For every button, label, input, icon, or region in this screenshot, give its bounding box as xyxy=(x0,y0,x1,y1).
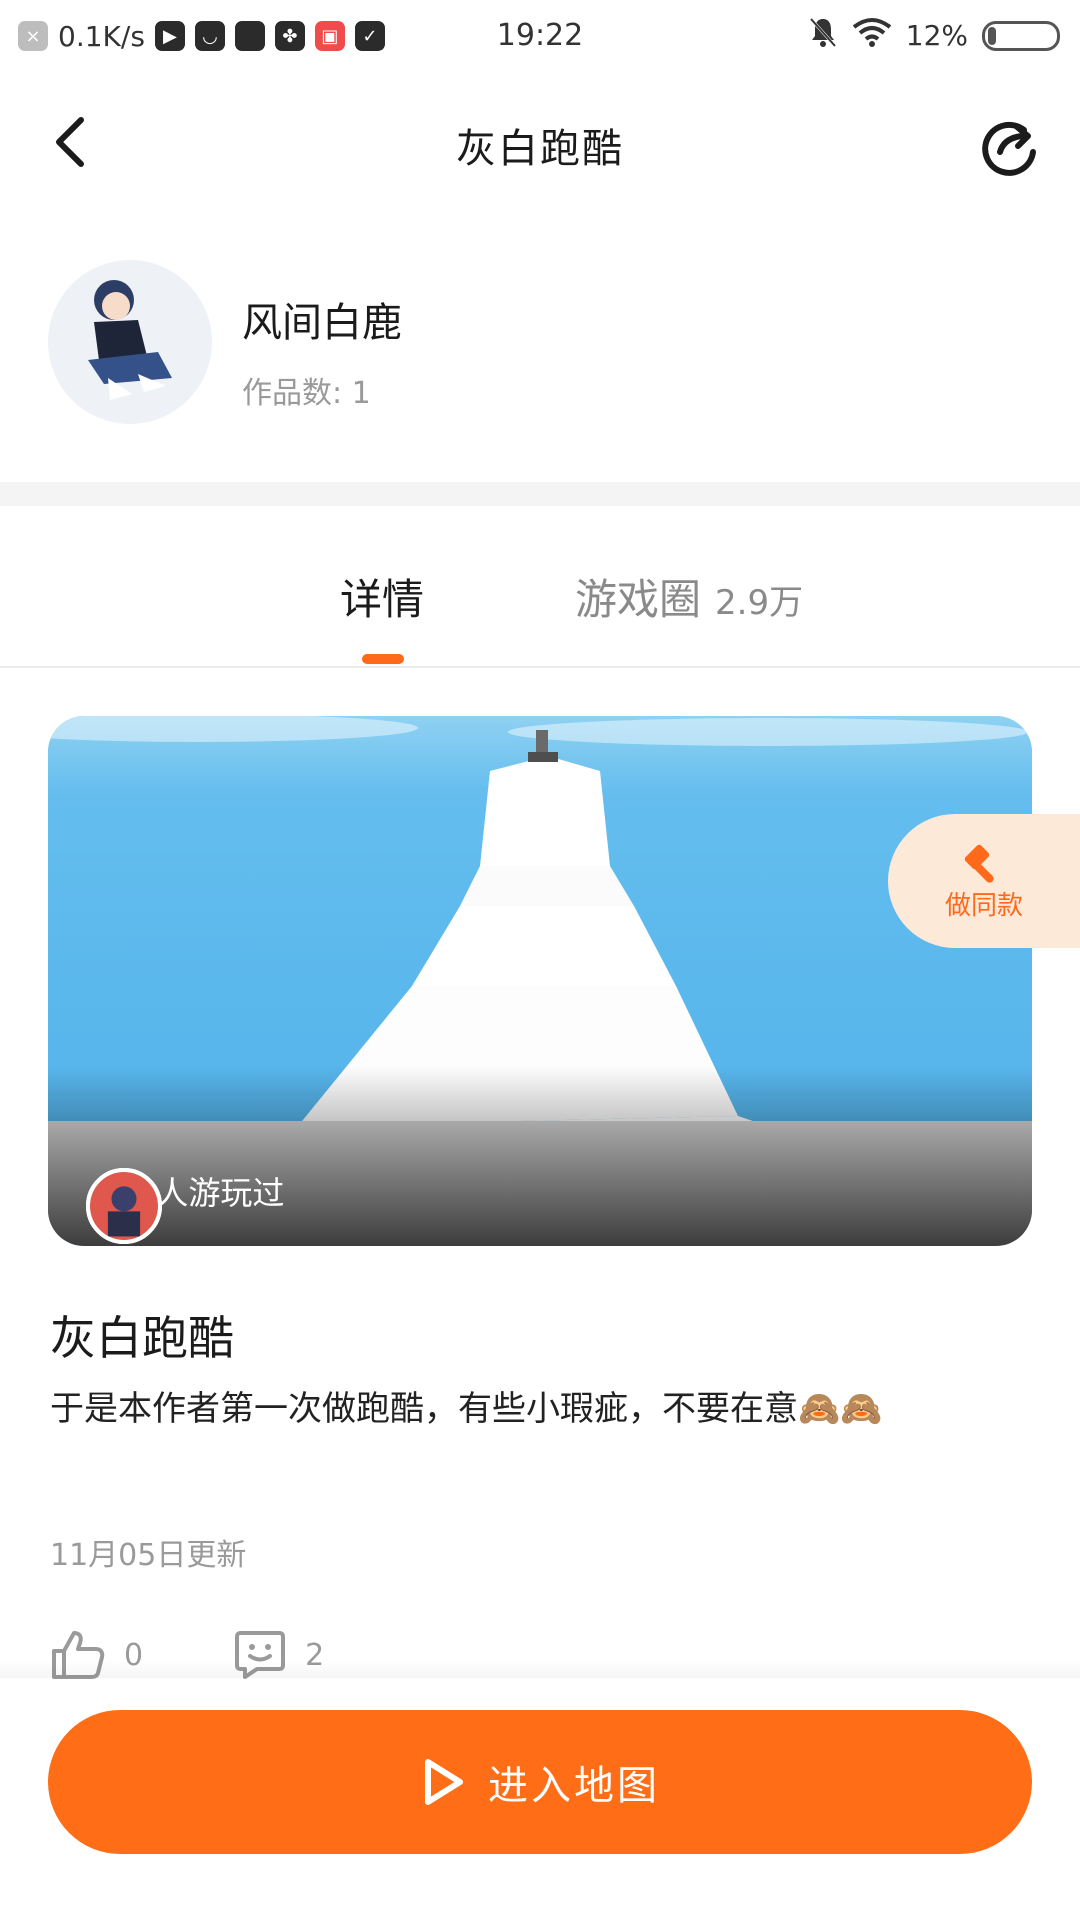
make-same-button[interactable]: 做同款 xyxy=(888,814,1080,948)
share-button[interactable] xyxy=(974,112,1044,182)
tab-details[interactable]: 详情 xyxy=(340,566,424,627)
enter-map-button[interactable]: 进入地图 xyxy=(48,1710,1032,1854)
game-title: 灰白跑酷 xyxy=(50,1311,234,1365)
game-description: 于是本作者第一次做跑酷，有些小瑕疵，不要在意🙈🙈 xyxy=(50,1389,883,1429)
tab-game-circle[interactable]: 游戏圈 2.9万 xyxy=(575,566,803,627)
play-icon xyxy=(425,1759,463,1805)
update-time: 11月05日更新 xyxy=(50,1538,247,1573)
page-title: 灰白跑酷 xyxy=(456,126,624,172)
section-divider xyxy=(0,482,1080,506)
back-button[interactable] xyxy=(40,112,100,172)
top-header: 灰白跑酷 xyxy=(0,90,1080,200)
action-bar: 0 2 xyxy=(50,1620,414,1690)
status-bar: × 0.1K/s ▶ ◡ ✤ ▣ ✓ 19:22 12% xyxy=(0,0,1080,72)
wifi-icon xyxy=(852,17,892,54)
author-name[interactable]: 风间白鹿 xyxy=(242,290,402,348)
image-shade xyxy=(48,1066,1032,1246)
make-same-label: 做同款 xyxy=(944,890,1023,921)
tab-game-circle-count: 2.9万 xyxy=(715,583,804,623)
chevron-left-icon xyxy=(56,117,84,167)
author-avatar[interactable] xyxy=(48,260,212,424)
tab-game-circle-label: 游戏圈 xyxy=(575,575,702,624)
enter-map-label: 进入地图 xyxy=(488,1763,660,1809)
player-avatar xyxy=(86,1168,162,1244)
status-bar-right: 12% xyxy=(808,16,1060,55)
battery-percent: 12% xyxy=(905,19,968,52)
mute-bell-icon xyxy=(808,16,838,55)
tab-details-label: 详情 xyxy=(340,575,425,624)
share-icon xyxy=(982,121,1036,176)
battery-icon xyxy=(982,20,1060,51)
bottom-fade xyxy=(0,1660,1080,1678)
tab-bar: 详情 游戏圈 2.9万 xyxy=(0,506,1080,668)
author-section[interactable]: 风间白鹿 作品数: 1 xyxy=(0,260,1080,440)
map-preview-image[interactable]: 1人游玩过 xyxy=(48,716,1032,1246)
hammer-icon xyxy=(964,844,994,883)
author-works-count: 作品数: 1 xyxy=(242,376,371,411)
played-by: 1人游玩过 xyxy=(86,1168,284,1244)
tab-active-indicator xyxy=(362,654,404,664)
